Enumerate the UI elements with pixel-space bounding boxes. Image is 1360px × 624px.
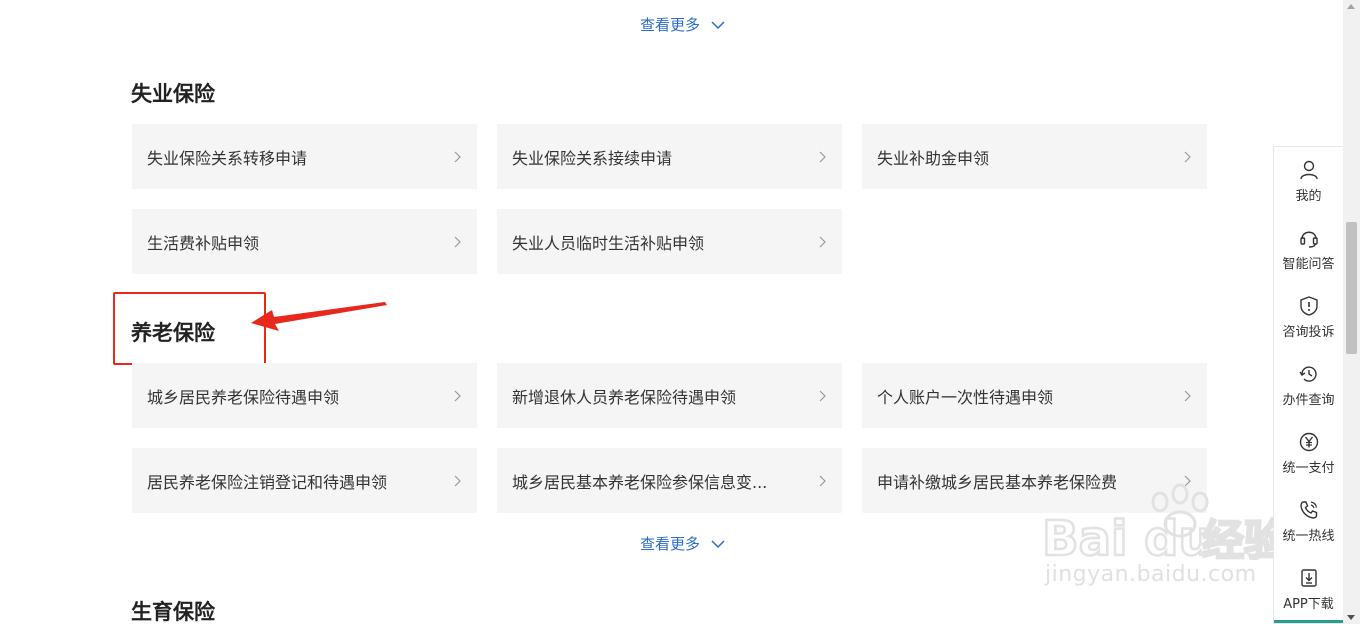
- chevron-right-icon: [1184, 151, 1191, 162]
- chevron-right-icon: [819, 151, 826, 162]
- chevron-right-icon: [454, 390, 461, 401]
- download-icon: [1300, 568, 1317, 587]
- service-card-label: 生活费补贴申领: [147, 233, 260, 253]
- sidebar-item-payment[interactable]: 统一支付: [1274, 419, 1343, 487]
- service-card-label: 个人账户一次性待遇申领: [877, 387, 1054, 407]
- chevron-right-icon: [454, 475, 461, 486]
- chevron-right-icon: [819, 236, 826, 247]
- service-card-label: 城乡居民基本养老保险参保信息变...: [512, 472, 768, 492]
- service-card[interactable]: 居民养老保险注销登记和待遇申领: [132, 448, 477, 513]
- chevron-right-icon: [1184, 390, 1191, 401]
- sidebar-item-label: 智能问答: [1282, 256, 1335, 272]
- page-scrollbar[interactable]: [1343, 0, 1360, 624]
- sidebar-item-app-download[interactable]: APP下载: [1274, 555, 1343, 623]
- service-card[interactable]: 申请补缴城乡居民基本养老保险费: [862, 448, 1207, 513]
- service-card[interactable]: 失业补助金申领: [862, 124, 1207, 189]
- sidebar-item-hotline[interactable]: 统一热线: [1274, 487, 1343, 555]
- scroll-down-arrow-icon[interactable]: [1347, 615, 1355, 620]
- history-icon: [1298, 365, 1317, 382]
- scrollbar-thumb[interactable]: [1346, 222, 1357, 354]
- service-card-label: 城乡居民养老保险待遇申领: [147, 387, 340, 407]
- sidebar-item-smart-qa[interactable]: 智能问答: [1274, 215, 1343, 283]
- sidebar-item-label: 统一支付: [1282, 460, 1335, 476]
- section-title-unemployment: 失业保险: [131, 82, 215, 106]
- annotation-highlight-box: [113, 292, 266, 365]
- chevron-right-icon: [1184, 475, 1191, 486]
- chevron-right-icon: [454, 151, 461, 162]
- section-title-maternity: 生育保险: [131, 600, 215, 624]
- chevron-right-icon: [819, 475, 826, 486]
- sidebar-accent-bar: [1274, 620, 1344, 623]
- show-more-label: 查看更多: [640, 16, 701, 34]
- service-card[interactable]: 失业保险关系转移申请: [132, 124, 477, 189]
- annotation-arrow-icon: [251, 302, 387, 331]
- service-card-label: 失业补助金申领: [877, 148, 990, 168]
- service-card-label: 失业保险关系转移申请: [147, 148, 308, 168]
- show-more-label: 查看更多: [640, 535, 701, 553]
- chevron-right-icon: [454, 236, 461, 247]
- scroll-up-arrow-icon[interactable]: [1347, 4, 1355, 9]
- user-icon: [1299, 160, 1318, 179]
- watermark-url: jingyan.baidu.com: [1045, 562, 1257, 587]
- service-card-label: 失业人员临时生活补贴申领: [512, 233, 705, 253]
- phone-icon: [1299, 500, 1317, 519]
- show-more-button-top[interactable]: 查看更多: [640, 14, 726, 35]
- service-card-label: 失业保险关系接续申请: [512, 148, 673, 168]
- show-more-button-pension[interactable]: 查看更多: [640, 533, 726, 554]
- service-card[interactable]: 失业保险关系接续申请: [497, 124, 842, 189]
- service-card[interactable]: 新增退休人员养老保险待遇申领: [497, 363, 842, 428]
- sidebar-item-mine[interactable]: 我的: [1274, 147, 1343, 215]
- service-card[interactable]: 生活费补贴申领: [132, 209, 477, 274]
- yen-icon: [1299, 432, 1318, 451]
- shield-alert-icon: [1299, 295, 1318, 316]
- service-card-label: 新增退休人员养老保险待遇申领: [512, 387, 737, 407]
- floating-sidebar: 我的 智能问答 咨询投诉 办件查询 统一支付 统一热线 APP下载: [1273, 146, 1344, 624]
- sidebar-item-label: APP下载: [1283, 596, 1334, 612]
- sidebar-item-label: 我的: [1295, 188, 1322, 204]
- chevron-down-icon: [711, 20, 725, 29]
- service-card[interactable]: 失业人员临时生活补贴申领: [497, 209, 842, 274]
- service-card[interactable]: 城乡居民基本养老保险参保信息变...: [497, 448, 842, 513]
- sidebar-item-label: 统一热线: [1282, 528, 1335, 544]
- sidebar-item-complaint[interactable]: 咨询投诉: [1274, 283, 1343, 351]
- sidebar-item-label: 咨询投诉: [1282, 324, 1335, 340]
- chevron-down-icon: [711, 539, 725, 548]
- service-card-label: 申请补缴城乡居民基本养老保险费: [877, 472, 1118, 492]
- chevron-right-icon: [819, 390, 826, 401]
- svg-text:Bai du: Bai du: [1042, 511, 1213, 567]
- sidebar-item-label: 办件查询: [1282, 392, 1335, 408]
- service-card-label: 居民养老保险注销登记和待遇申领: [147, 472, 388, 492]
- headset-icon: [1299, 231, 1318, 248]
- service-card[interactable]: 个人账户一次性待遇申领: [862, 363, 1207, 428]
- service-card[interactable]: 城乡居民养老保险待遇申领: [132, 363, 477, 428]
- sidebar-item-query[interactable]: 办件查询: [1274, 351, 1343, 419]
